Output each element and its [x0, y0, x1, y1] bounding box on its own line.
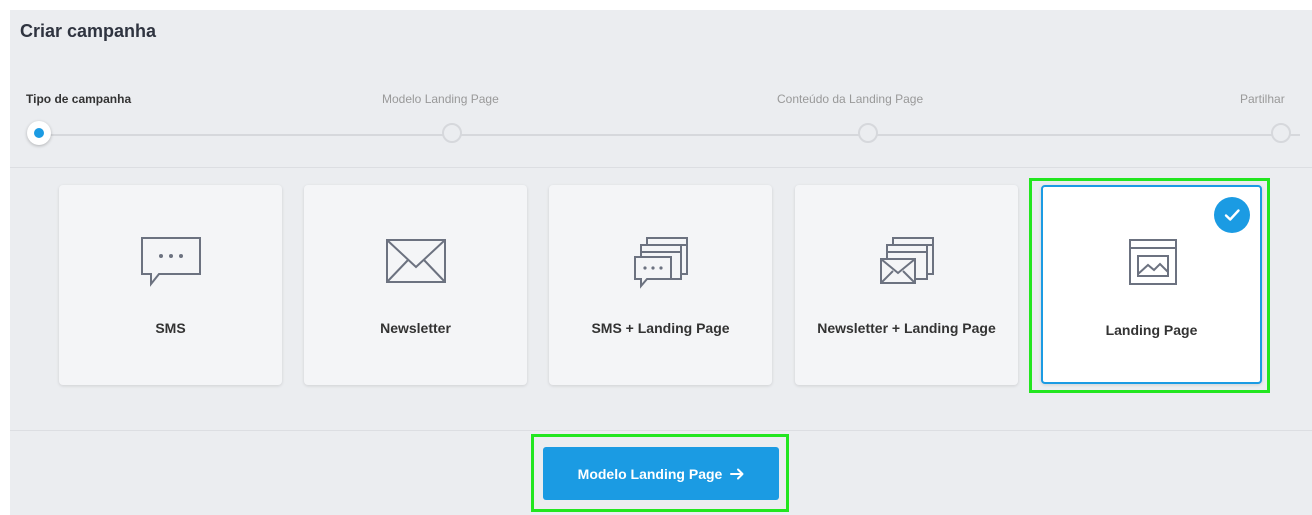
campaign-type-sms[interactable]: SMS	[59, 185, 282, 385]
envelope-icon	[385, 239, 446, 283]
divider-top	[10, 167, 1312, 168]
step-label-share: Partilhar	[1240, 92, 1285, 106]
stepper-track	[38, 134, 1300, 136]
campaign-type-landing-page[interactable]: Landing Page	[1041, 185, 1262, 384]
step-dot-share[interactable]	[1271, 123, 1291, 143]
campaign-type-newsletter-landing-page[interactable]: Newsletter + Landing Page	[795, 185, 1018, 385]
campaign-type-label: Newsletter	[380, 320, 451, 336]
stepper: Tipo de campanha Modelo Landing Page Con…	[10, 10, 1312, 167]
next-step-button-label: Modelo Landing Page	[577, 465, 723, 482]
newsletter-landing-page-icon	[879, 237, 934, 284]
selected-check-icon	[1214, 197, 1250, 233]
divider-bottom	[10, 430, 1312, 431]
step-dot-landing-content[interactable]	[858, 123, 878, 143]
step-label-landing-content: Conteúdo da Landing Page	[777, 92, 924, 106]
sms-bubble-icon	[140, 237, 201, 287]
step-dot-campaign-type[interactable]	[27, 121, 51, 145]
arrow-right-icon	[730, 468, 744, 479]
campaign-type-sms-landing-page[interactable]: SMS + Landing Page	[549, 185, 772, 385]
step-dot-landing-template[interactable]	[442, 123, 462, 143]
create-campaign-panel: Criar campanha Tipo de campanha Modelo L…	[10, 10, 1312, 515]
campaign-type-label: SMS	[155, 320, 186, 336]
campaign-type-label: Newsletter + Landing Page	[817, 320, 996, 336]
step-label-landing-template: Modelo Landing Page	[382, 92, 499, 106]
campaign-type-label: SMS + Landing Page	[591, 320, 730, 336]
step-label-campaign-type: Tipo de campanha	[26, 92, 132, 106]
campaign-type-label: Landing Page	[1105, 322, 1198, 338]
campaign-type-newsletter[interactable]: Newsletter	[304, 185, 527, 385]
next-step-button[interactable]: Modelo Landing Page	[543, 447, 779, 500]
landing-page-icon	[1128, 239, 1177, 285]
sms-landing-page-icon	[633, 237, 688, 289]
